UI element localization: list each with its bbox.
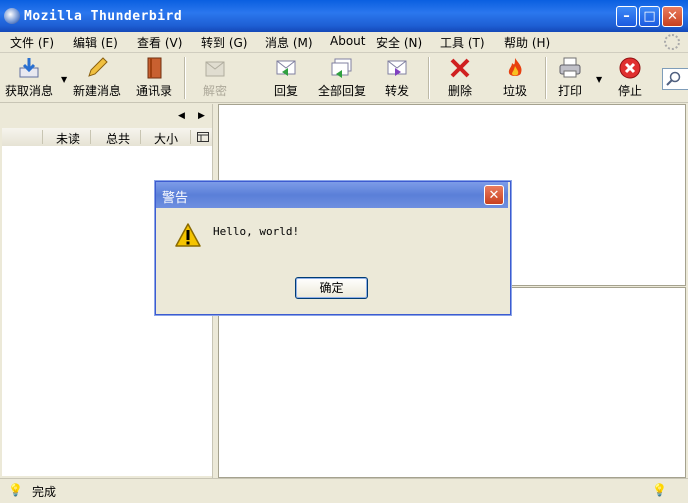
flame-icon bbox=[508, 58, 522, 76]
menu-bar: 文件 (F) 编辑 (E) 查看 (V) 转到 (G) 消息 (M) About… bbox=[0, 32, 688, 53]
column-separator bbox=[190, 130, 191, 144]
status-text: 完成 bbox=[32, 485, 57, 499]
delete-x-icon bbox=[450, 58, 470, 78]
delete-button[interactable]: 删除 bbox=[448, 56, 472, 99]
new-message-button[interactable]: 新建消息 bbox=[73, 56, 121, 99]
folder-column-header: 未读 总共 大小 bbox=[2, 128, 212, 147]
security-bulb-icon[interactable]: 💡 bbox=[652, 483, 667, 497]
menu-go[interactable]: 转到 (G) bbox=[201, 34, 247, 51]
menu-tools[interactable]: 工具 (T) bbox=[440, 34, 485, 51]
minimize-button[interactable]: – bbox=[616, 6, 637, 27]
address-book-icon bbox=[147, 57, 162, 79]
pencil-icon bbox=[88, 57, 108, 77]
menu-about[interactable]: About bbox=[330, 34, 365, 48]
column-unread[interactable]: 未读 bbox=[56, 130, 80, 147]
address-book-button[interactable]: 通讯录 bbox=[136, 56, 172, 99]
print-dropdown-icon[interactable]: ▼ bbox=[596, 75, 602, 84]
decrypt-button[interactable]: 解密 bbox=[203, 56, 227, 99]
reply-all-button[interactable]: 全部回复 bbox=[318, 56, 366, 99]
dialog-message: Hello, world! bbox=[213, 225, 300, 238]
column-separator bbox=[140, 130, 141, 144]
stop-button[interactable]: 停止 bbox=[618, 56, 642, 99]
print-button[interactable]: 打印 bbox=[558, 56, 582, 99]
alert-dialog: 警告 ✕ Hello, world! 确定 bbox=[155, 181, 511, 315]
menu-file[interactable]: 文件 (F) bbox=[10, 34, 54, 51]
menu-view[interactable]: 查看 (V) bbox=[137, 34, 182, 51]
decrypt-icon bbox=[205, 61, 225, 77]
forward-icon bbox=[387, 60, 407, 76]
arrow-right-icon[interactable]: ▶ bbox=[198, 111, 205, 121]
title-bar: Mozilla Thunderbird – □ ✕ bbox=[0, 0, 688, 32]
junk-button[interactable]: 垃圾 bbox=[503, 56, 527, 99]
menu-help[interactable]: 帮助 (H) bbox=[504, 34, 550, 51]
get-mail-button[interactable]: 获取消息 bbox=[5, 56, 53, 99]
ok-button[interactable]: 确定 bbox=[295, 277, 368, 299]
dialog-title: 警告 bbox=[162, 191, 189, 206]
window-title: Mozilla Thunderbird bbox=[24, 9, 183, 24]
get-mail-dropdown-icon[interactable]: ▼ bbox=[61, 75, 67, 84]
menu-edit[interactable]: 编辑 (E) bbox=[73, 34, 118, 51]
thunderbird-icon bbox=[4, 8, 20, 24]
folder-pane-header: ◀ ▶ bbox=[2, 104, 212, 128]
forward-button[interactable]: 转发 bbox=[385, 56, 409, 99]
warning-icon bbox=[175, 223, 201, 247]
column-separator bbox=[42, 130, 43, 144]
reply-all-icon bbox=[331, 58, 352, 78]
column-size[interactable]: 大小 bbox=[154, 130, 178, 147]
toolbar-separator bbox=[545, 57, 547, 99]
reply-button[interactable]: 回复 bbox=[274, 56, 298, 99]
offline-bulb-icon[interactable]: 💡 bbox=[8, 483, 23, 497]
close-button[interactable]: ✕ bbox=[662, 6, 683, 27]
dialog-title-bar: 警告 ✕ bbox=[156, 182, 508, 208]
column-picker-icon[interactable] bbox=[197, 132, 209, 142]
dialog-close-button[interactable]: ✕ bbox=[484, 185, 504, 205]
magnifier-icon bbox=[666, 71, 681, 86]
throbber-icon bbox=[664, 34, 680, 50]
stop-icon bbox=[619, 57, 641, 79]
main-toolbar: 获取消息 ▼ 新建消息 通讯录 解密 回复 全部回复 转发 删除 垃圾 打印 ▼ bbox=[0, 53, 688, 103]
toolbar-separator bbox=[184, 57, 186, 99]
menu-security[interactable]: 安全 (N) bbox=[376, 34, 422, 51]
maximize-button[interactable]: □ bbox=[639, 6, 660, 27]
reply-icon bbox=[276, 60, 296, 76]
status-bar: 💡 完成 💡 bbox=[0, 478, 688, 503]
search-input[interactable] bbox=[662, 68, 688, 90]
column-total[interactable]: 总共 bbox=[106, 130, 130, 147]
toolbar-separator bbox=[428, 57, 430, 99]
printer-icon bbox=[559, 57, 581, 78]
get-mail-icon bbox=[19, 58, 39, 78]
menu-message[interactable]: 消息 (M) bbox=[265, 34, 313, 51]
arrow-left-icon[interactable]: ◀ bbox=[178, 111, 185, 121]
message-pane[interactable] bbox=[218, 287, 686, 478]
column-separator bbox=[90, 130, 91, 144]
